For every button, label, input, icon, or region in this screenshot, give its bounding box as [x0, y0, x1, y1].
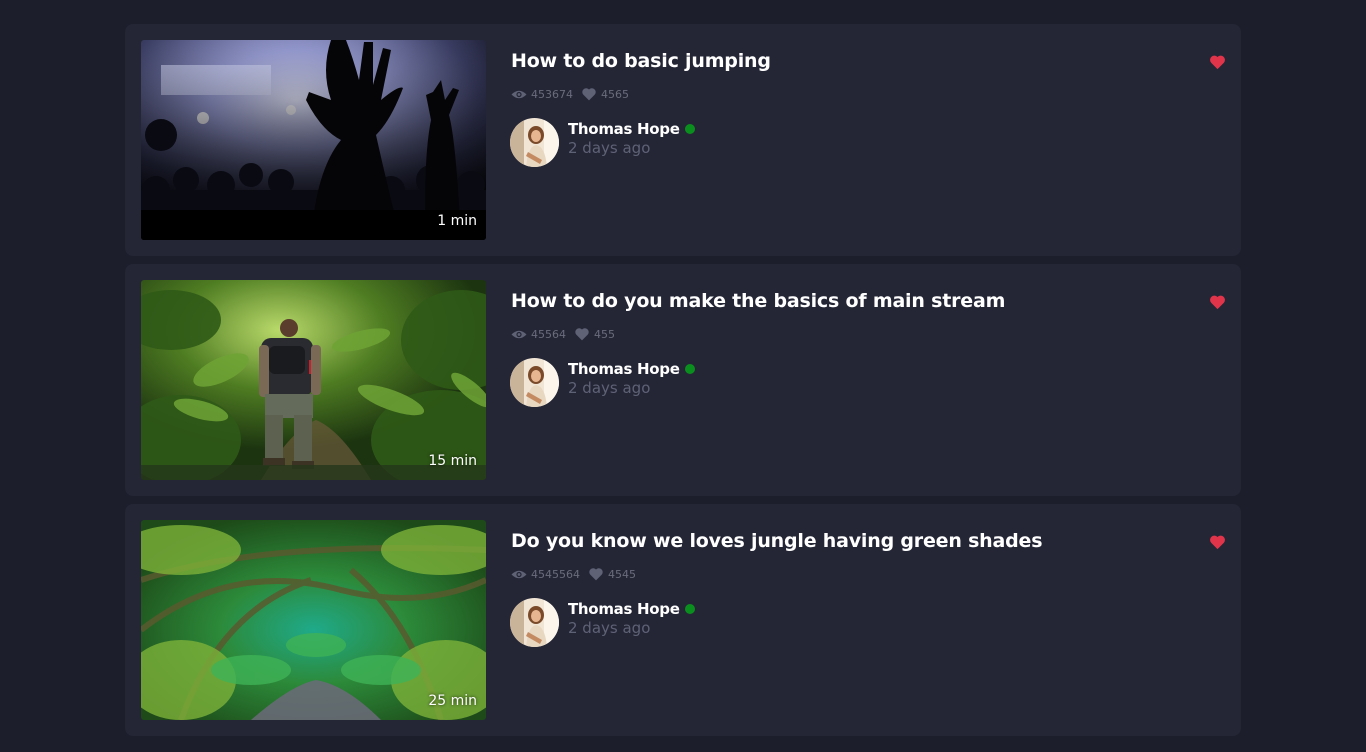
views-value: 4545564	[531, 567, 580, 581]
views-count: 4545564	[511, 568, 580, 581]
online-status-dot	[684, 604, 695, 614]
author-name-row: Thomas Hope	[568, 360, 695, 378]
heart-filled-icon	[1210, 535, 1225, 550]
views-value: 45564	[531, 327, 566, 341]
author-name-row: Thomas Hope	[568, 600, 695, 618]
avatar[interactable]	[510, 358, 559, 407]
video-stats: 45564 455	[511, 327, 623, 341]
video-thumbnail[interactable]: 25 min	[141, 520, 486, 720]
views-count: 45564	[511, 328, 566, 341]
video-title[interactable]: How to do basic jumping	[511, 50, 771, 72]
likes-value: 4545	[608, 567, 636, 581]
likes-value: 455	[594, 327, 615, 341]
video-stats: 4545564 4545	[511, 567, 644, 581]
eye-icon	[511, 330, 527, 338]
video-stats: 453674 4565	[511, 87, 637, 101]
avatar-image	[510, 598, 559, 647]
avatar[interactable]	[510, 118, 559, 167]
video-title[interactable]: Do you know we loves jungle having green…	[511, 530, 1043, 552]
posted-time: 2 days ago	[568, 139, 651, 157]
video-title[interactable]: How to do you make the basics of main st…	[511, 290, 1005, 312]
heart-icon	[575, 328, 589, 341]
author[interactable]: Thomas Hope 2 days ago	[510, 118, 695, 167]
favorite-button[interactable]	[1209, 54, 1226, 70]
concert-crowd-image	[141, 40, 486, 240]
heart-filled-icon	[1210, 55, 1225, 70]
eye-icon	[511, 90, 527, 98]
heart-icon	[589, 568, 603, 581]
avatar-image	[510, 118, 559, 167]
author[interactable]: Thomas Hope 2 days ago	[510, 598, 695, 647]
heart-filled-icon	[1210, 295, 1225, 310]
author[interactable]: Thomas Hope 2 days ago	[510, 358, 695, 407]
views-value: 453674	[531, 87, 573, 101]
likes-count: 4565	[581, 87, 629, 101]
heart-icon	[582, 88, 596, 101]
posted-time: 2 days ago	[568, 379, 651, 397]
jungle-path-image	[141, 520, 486, 720]
video-list: 1 min How to do basic jumping 453674 456…	[125, 24, 1241, 744]
video-duration: 25 min	[428, 693, 477, 709]
views-count: 453674	[511, 88, 573, 101]
video-thumbnail[interactable]: 1 min	[141, 40, 486, 240]
likes-count: 455	[574, 327, 615, 341]
likes-value: 4565	[601, 87, 629, 101]
online-status-dot	[684, 364, 695, 374]
posted-time: 2 days ago	[568, 619, 651, 637]
favorite-button[interactable]	[1209, 534, 1226, 550]
author-name[interactable]: Thomas Hope	[568, 120, 680, 138]
video-duration: 15 min	[428, 453, 477, 469]
video-card[interactable]: 1 min How to do basic jumping 453674 456…	[125, 24, 1241, 256]
avatar[interactable]	[510, 598, 559, 647]
video-thumbnail[interactable]: 15 min	[141, 280, 486, 480]
avatar-image	[510, 358, 559, 407]
video-duration: 1 min	[437, 213, 477, 229]
author-name-row: Thomas Hope	[568, 120, 695, 138]
eye-icon	[511, 570, 527, 578]
video-card[interactable]: 25 min Do you know we loves jungle havin…	[125, 504, 1241, 736]
video-card[interactable]: 15 min How to do you make the basics of …	[125, 264, 1241, 496]
author-name[interactable]: Thomas Hope	[568, 360, 680, 378]
favorite-button[interactable]	[1209, 294, 1226, 310]
likes-count: 4545	[588, 567, 636, 581]
hiker-jungle-image	[141, 280, 486, 480]
online-status-dot	[684, 124, 695, 134]
author-name[interactable]: Thomas Hope	[568, 600, 680, 618]
